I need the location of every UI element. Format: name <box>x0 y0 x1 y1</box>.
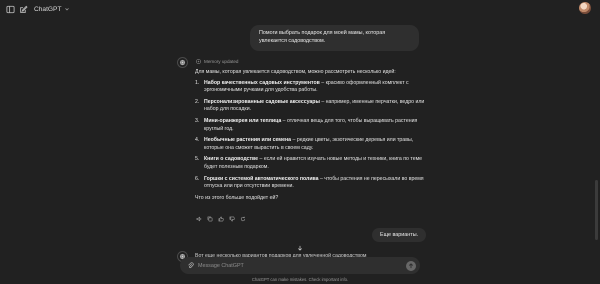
list-item: 6. Горшки с системой автоматического поли… <box>195 176 425 191</box>
chat-app: ChatGPT Помоги выбрать подарок для моей … <box>0 0 600 284</box>
arrow-down-icon <box>297 245 302 251</box>
user-message: Еще варианты. <box>372 228 427 242</box>
list-item-number: 4. <box>195 137 200 144</box>
user-avatar[interactable] <box>579 2 591 14</box>
send-button[interactable] <box>406 260 416 271</box>
chevron-down-icon <box>65 8 70 11</box>
list-item: 5. Книги о садоводстве – если ей нравится… <box>195 156 425 171</box>
message-composer <box>180 257 420 274</box>
model-label: ChatGPT <box>34 5 62 13</box>
user-message-text: Еще варианты. <box>380 232 419 238</box>
message-input[interactable] <box>198 260 388 271</box>
attach-icon[interactable] <box>186 261 195 270</box>
sidebar-toggle-icon[interactable] <box>4 3 16 15</box>
disclaimer-text: ChatGPT can make mistakes. Check importa… <box>251 277 349 282</box>
list-item-number: 2. <box>195 98 200 105</box>
list-item-title: Мини-оранжерея или теплица <box>204 117 282 124</box>
list-item-title: Горшки с системой автоматического полива <box>204 175 319 182</box>
assistant-avatar-icon <box>177 57 188 68</box>
list-item: 3. Мини-оранжерея или теплица – отличная … <box>195 118 425 133</box>
memory-updated-label: Memory updated <box>204 59 239 64</box>
message-actions <box>195 215 246 222</box>
model-selector[interactable]: ChatGPT <box>34 3 70 15</box>
assistant-message: Для мамы, которая увлекается садоводство… <box>195 69 425 202</box>
regenerate-icon[interactable] <box>239 215 246 222</box>
list-item-number: 1. <box>195 79 200 86</box>
answer-intro: Для мамы, которая увлекается садоводство… <box>195 69 396 75</box>
list-item-title: Необычные растения или семена <box>204 137 292 144</box>
copy-icon[interactable] <box>206 215 213 222</box>
list-item-title: Книги о садоводстве <box>204 156 259 163</box>
list-item: 4. Необычные растения или семена – редкие… <box>195 137 425 152</box>
read-aloud-icon[interactable] <box>195 215 202 222</box>
thumbs-down-icon[interactable] <box>228 215 235 222</box>
list-item: 2. Персонализированные садовые аксессуары… <box>195 99 425 114</box>
list-item-number: 6. <box>195 175 200 182</box>
list-item-number: 3. <box>195 117 200 124</box>
list-item: 1. Набор качественных садовых инструменто… <box>195 80 425 95</box>
memory-updated-note[interactable]: Memory updated <box>196 59 238 64</box>
user-message-text: Помоги выбрать подарок для моей мамы, ко… <box>259 30 386 44</box>
top-bar: ChatGPT <box>0 0 600 18</box>
answer-outro: Что из этого больше подойдет ей? <box>195 194 279 201</box>
memory-icon <box>196 59 201 64</box>
list-item-number: 5. <box>195 156 200 163</box>
scroll-to-bottom-button[interactable] <box>294 242 305 253</box>
user-message: Помоги выбрать подарок для моей мамы, ко… <box>250 25 419 51</box>
list-item-title: Набор качественных садовых инструментов <box>204 79 320 86</box>
list-item-title: Персонализированные садовые аксессуары <box>204 98 320 105</box>
suggestion-list: 1. Набор качественных садовых инструменто… <box>195 80 425 191</box>
arrow-up-icon <box>408 262 414 268</box>
new-chat-icon[interactable] <box>17 3 29 15</box>
thumbs-up-icon[interactable] <box>217 215 224 222</box>
scrollbar-thumb[interactable] <box>595 180 598 240</box>
